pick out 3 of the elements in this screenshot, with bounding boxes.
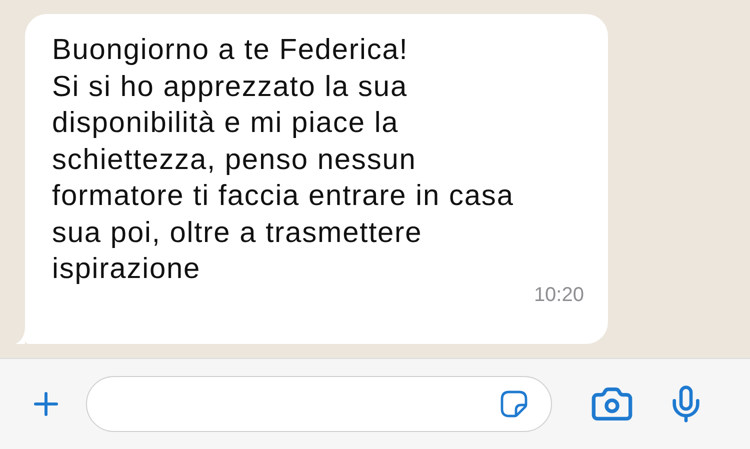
message-time: 10:20 [534, 284, 584, 306]
message-text: Buongiorno a te Federica! Si si ho apprezzato la sua disponibilità e mi piace la schiettezza, penso nessun formatore ti faccia entrare in casa sua poi, oltre a trasmettere ispirazione [52, 33, 515, 287]
sticker-icon[interactable] [499, 389, 529, 419]
